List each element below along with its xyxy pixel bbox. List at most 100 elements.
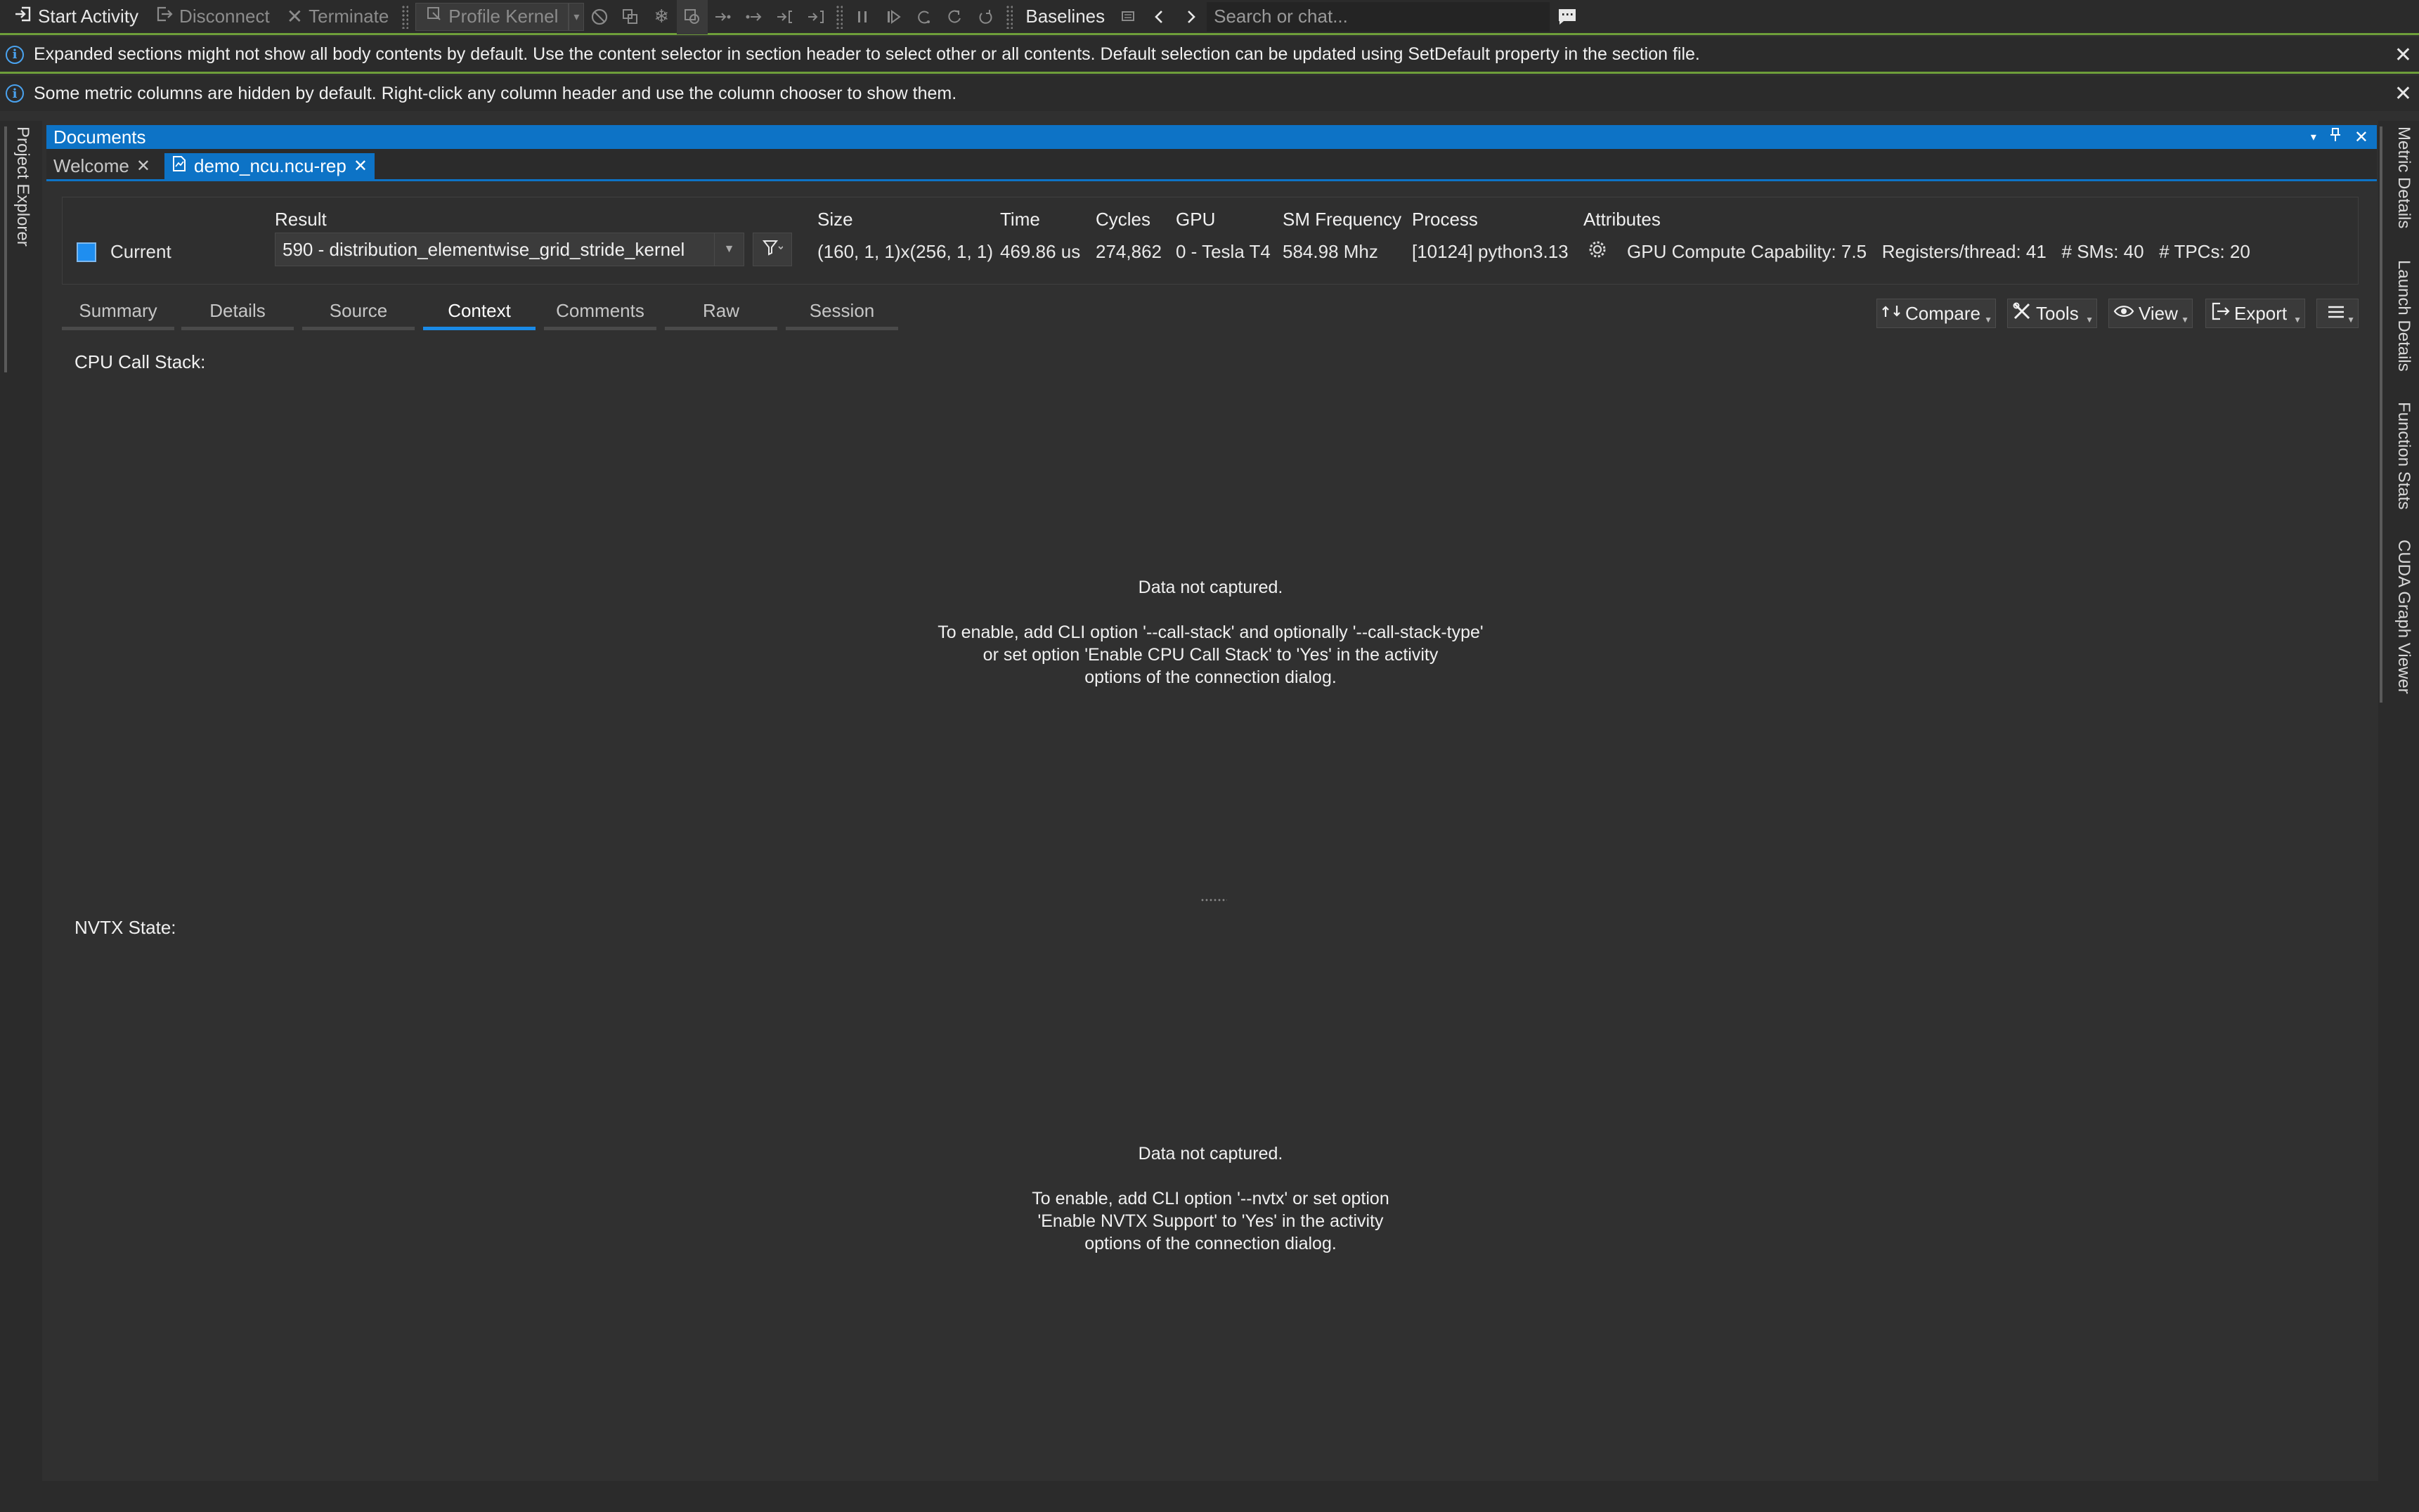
close-tab-icon[interactable]: ✕ <box>354 156 368 176</box>
tab-welcome[interactable]: Welcome ✕ <box>46 153 157 179</box>
nvtx-state-message: Data not captured. To enable, add CLI op… <box>703 1142 1718 1255</box>
menu-button[interactable]: ▼ <box>2316 299 2359 328</box>
column-header-size[interactable]: Size <box>817 209 853 230</box>
tab-raw[interactable]: Raw <box>665 295 777 330</box>
tab-project-explorer[interactable]: Project Explorer <box>13 126 32 247</box>
tab-comments[interactable]: Comments <box>544 295 656 330</box>
info-banner-expanded-sections: i Expanded sections might not show all b… <box>0 37 2419 74</box>
tab-function-stats[interactable]: Function Stats <box>2394 402 2413 509</box>
start-activity-label: Start Activity <box>38 6 139 27</box>
column-header-result[interactable]: Result <box>275 209 327 230</box>
toolbar-grip[interactable] <box>401 4 409 29</box>
column-header-gpu[interactable]: GPU <box>1176 209 1215 230</box>
step-range-end-icon[interactable] <box>800 0 831 34</box>
chevron-down-icon: ▼ <box>1984 315 1992 325</box>
dock-tab-marker <box>2380 126 2382 703</box>
baselines-flag-icon[interactable] <box>1113 0 1144 34</box>
status-bar <box>0 1481 2419 1512</box>
close-icon[interactable]: ✕ <box>2394 82 2412 106</box>
result-select-value: 590 - distribution_elementwise_grid_stri… <box>283 238 685 260</box>
info-icon: i <box>6 45 24 64</box>
column-header-time[interactable]: Time <box>1000 209 1040 230</box>
tab-context[interactable]: Context <box>423 295 536 330</box>
baselines-menu[interactable]: Baselines <box>1017 0 1113 34</box>
profile-kernel-label: Profile Kernel <box>448 6 559 27</box>
cpu-call-stack-message: Data not captured. To enable, add CLI op… <box>703 576 1718 689</box>
resume-icon[interactable] <box>878 0 909 34</box>
compare-label: Compare <box>1905 302 1980 324</box>
step-range-start-icon[interactable] <box>770 0 800 34</box>
column-header-process[interactable]: Process <box>1412 209 1478 230</box>
tab-source[interactable]: Source <box>302 295 415 330</box>
freeze-icon[interactable]: ❄ <box>646 0 677 34</box>
tab-label: Welcome <box>53 155 129 176</box>
disconnect-button[interactable]: Disconnect <box>147 0 278 34</box>
hint-line: To enable, add CLI option '--call-stack'… <box>938 623 1484 642</box>
close-panel-icon[interactable]: ✕ <box>2354 127 2368 148</box>
auto-profile-icon[interactable] <box>677 0 708 34</box>
tab-session[interactable]: Session <box>786 295 898 330</box>
profile-series-icon[interactable] <box>615 0 646 34</box>
filter-results-button[interactable] <box>753 233 792 266</box>
tab-details[interactable]: Details <box>181 295 294 330</box>
hint-line: To enable, add CLI option '--nvtx' or se… <box>1032 1189 1389 1208</box>
tab-launch-details[interactable]: Launch Details <box>2394 260 2413 372</box>
column-header-attributes[interactable]: Attributes <box>1583 209 1661 230</box>
profile-kernel-icon <box>426 6 443 27</box>
export-button[interactable]: Export ▼ <box>2205 299 2305 328</box>
compare-button[interactable]: Compare ▼ <box>1876 299 1996 328</box>
tab-cuda-graph-viewer[interactable]: CUDA Graph Viewer <box>2394 540 2413 694</box>
back-icon[interactable] <box>1144 0 1175 34</box>
tools-button[interactable]: Tools ▼ <box>2007 299 2097 328</box>
step-back-icon[interactable] <box>909 0 940 34</box>
current-label: Current <box>110 241 171 262</box>
hint-line: options of the connection dialog. <box>1084 667 1337 687</box>
gear-icon[interactable] <box>1588 240 1607 264</box>
right-dock: Metric Details Launch Details Function S… <box>2378 121 2419 1491</box>
export-label: Export <box>2234 302 2288 324</box>
column-header-sm-frequency[interactable]: SM Frequency <box>1283 209 1401 230</box>
compare-icon <box>1881 301 1901 326</box>
filter-icon <box>762 238 784 261</box>
tab-metric-details[interactable]: Metric Details <box>2394 126 2413 228</box>
current-color-swatch <box>77 242 96 262</box>
chevron-down-icon[interactable]: ▼ <box>714 233 744 266</box>
column-header-cycles[interactable]: Cycles <box>1096 209 1150 230</box>
search-input[interactable] <box>1206 1 1551 32</box>
step-out-icon[interactable] <box>940 0 971 34</box>
terminate-button[interactable]: ✕ Terminate <box>278 0 398 34</box>
chevron-down-icon: ▼ <box>2085 315 2094 325</box>
step-over-icon[interactable] <box>739 0 770 34</box>
start-activity-icon <box>14 5 32 28</box>
info-icon: i <box>6 84 24 103</box>
pause-icon[interactable] <box>847 0 878 34</box>
close-icon[interactable]: ✕ <box>2394 43 2412 67</box>
redo-icon[interactable] <box>971 0 1001 34</box>
tab-demo-ncu-report[interactable]: demo_ncu.ncu-rep ✕ <box>164 153 375 179</box>
documents-panel-header: Documents ▾ ✕ <box>46 125 2377 149</box>
panel-menu-icon[interactable]: ▾ <box>2311 130 2316 144</box>
close-tab-icon[interactable]: ✕ <box>136 156 150 176</box>
step-into-icon[interactable] <box>708 0 739 34</box>
main-toolbar: Start Activity Disconnect ✕ Terminate Pr… <box>0 0 2419 35</box>
cancel-icon[interactable] <box>584 0 615 34</box>
cycles-value: 274,862 <box>1096 241 1162 262</box>
info-banner-text: Some metric columns are hidden by defaul… <box>34 83 957 103</box>
chevron-down-icon: ▼ <box>2347 315 2355 325</box>
start-activity-button[interactable]: Start Activity <box>0 0 147 34</box>
tab-summary[interactable]: Summary <box>62 295 174 330</box>
cpu-call-stack-label: CPU Call Stack: <box>74 351 206 372</box>
view-button[interactable]: View ▼ <box>2108 299 2193 328</box>
toolbar-grip[interactable] <box>836 4 843 29</box>
forward-icon[interactable] <box>1175 0 1206 34</box>
profile-kernel-button[interactable]: Profile Kernel <box>415 2 569 31</box>
document-body <box>46 181 2377 1481</box>
chat-icon[interactable] <box>1553 3 1581 31</box>
pin-icon[interactable] <box>2329 127 2342 147</box>
baselines-label: Baselines <box>1025 6 1105 27</box>
toolbar-grip[interactable] <box>1006 4 1013 29</box>
result-select[interactable]: 590 - distribution_elementwise_grid_stri… <box>275 233 744 266</box>
section-splitter[interactable] <box>1200 898 1227 902</box>
hint-line: options of the connection dialog. <box>1084 1234 1337 1253</box>
profile-kernel-dropdown[interactable]: ▾ <box>569 2 585 31</box>
